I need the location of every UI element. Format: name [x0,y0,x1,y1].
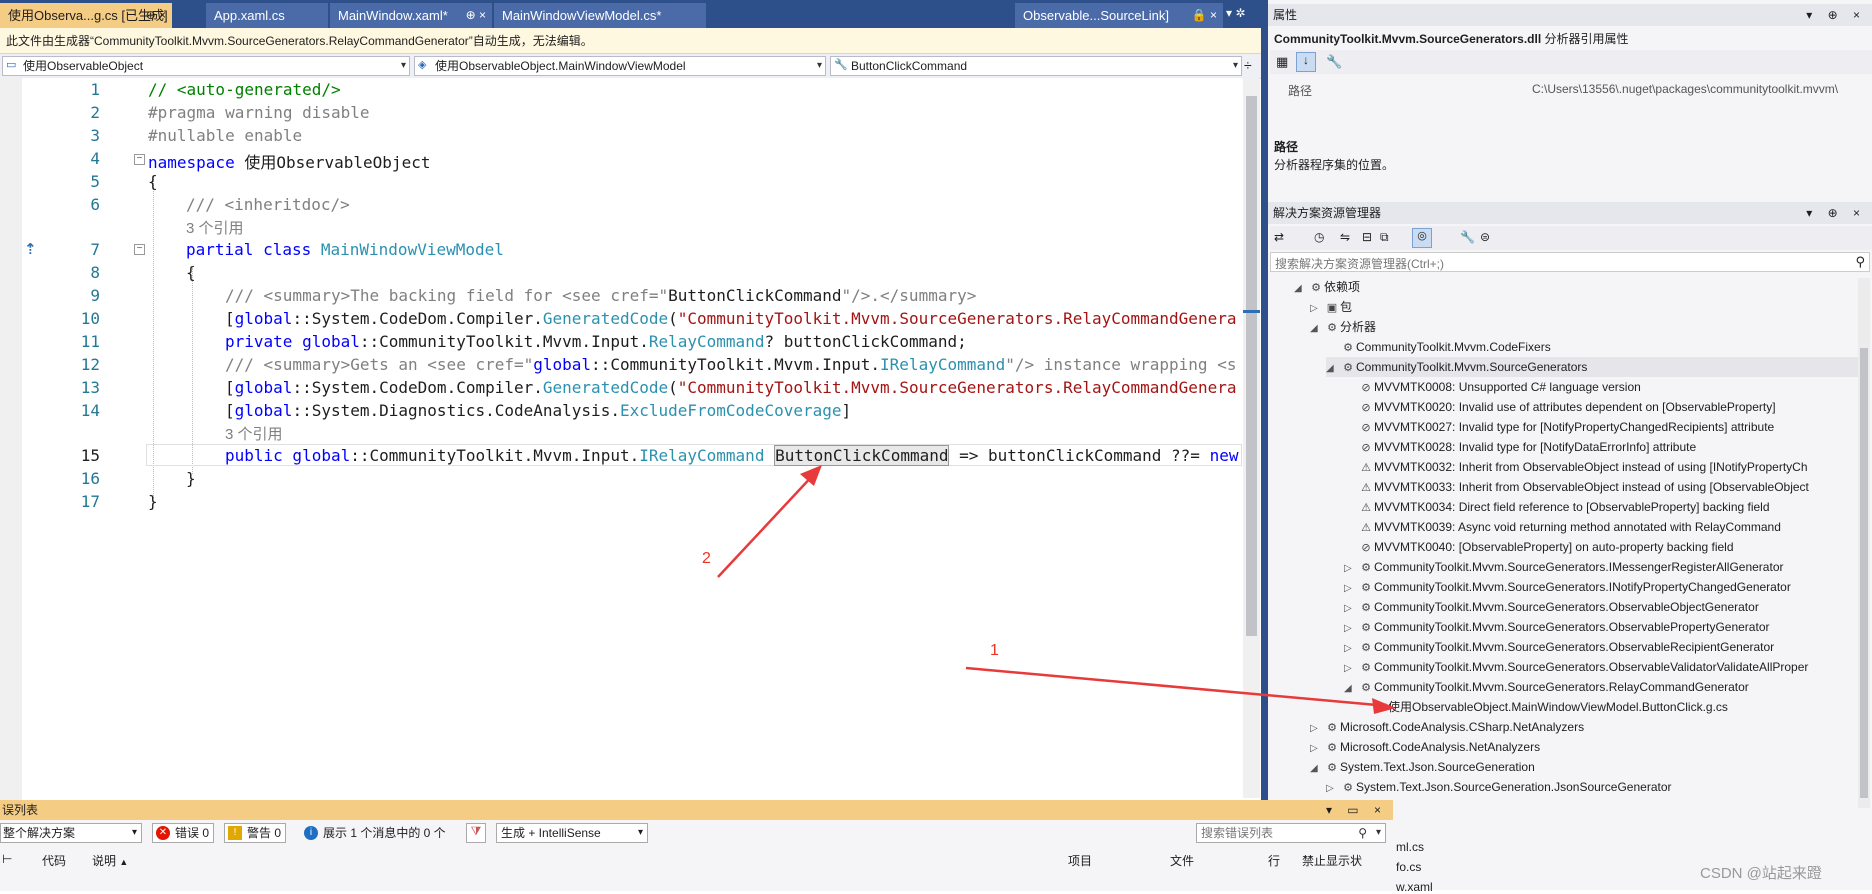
arrow-line-2 [717,471,817,578]
annotation-label-1: 1 [990,642,999,659]
arrow-head-2 [800,465,822,486]
watermark: CSDN @站起来蹬 [1700,865,1822,882]
annotation-label-2: 2 [702,550,711,567]
arrow-head-1 [1372,698,1396,714]
annotation-arrows [717,465,1396,714]
arrow-line-1 [965,666,1389,708]
